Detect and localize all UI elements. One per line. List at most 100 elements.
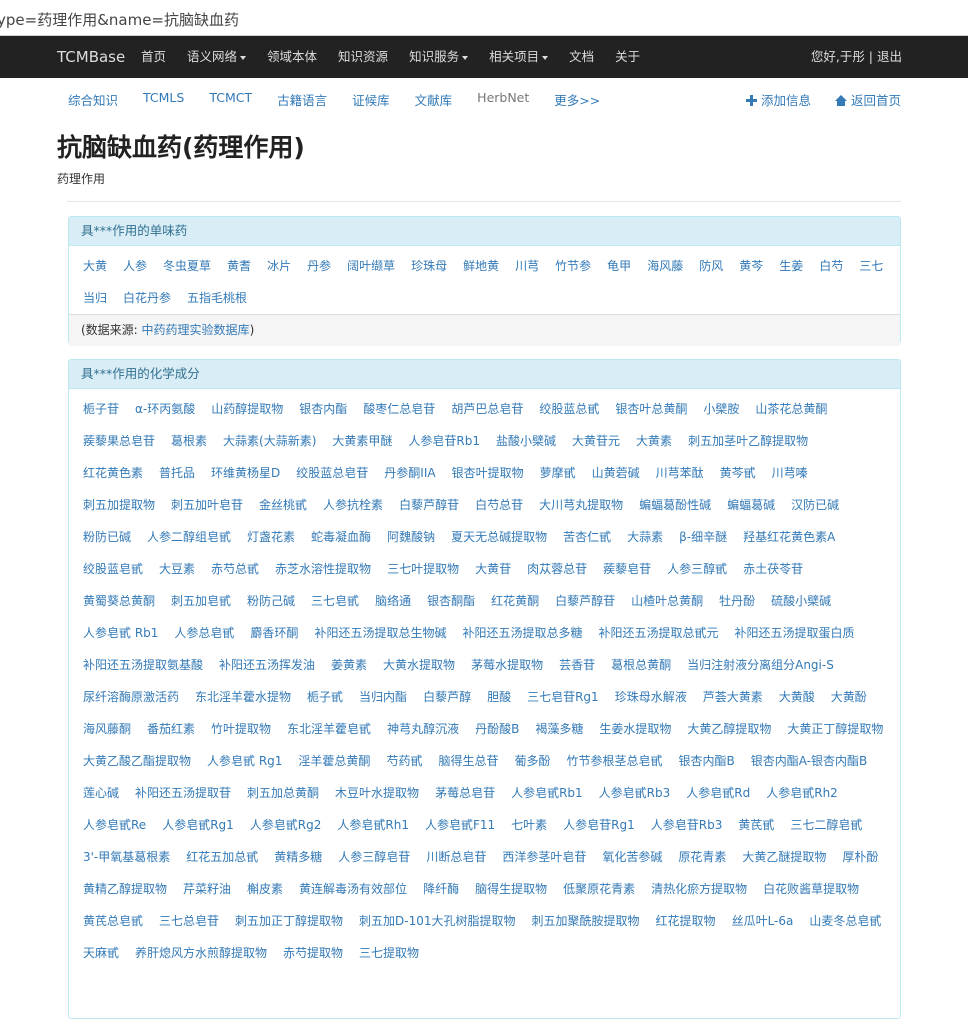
tag-link[interactable]: 葛根总黄酮	[611, 649, 671, 681]
tag-link[interactable]: 硫酸小檗碱	[771, 585, 831, 617]
tag-link[interactable]: 大黄苷元	[572, 425, 620, 457]
tag-link[interactable]: 刺五加提取物	[83, 489, 155, 521]
tag-link[interactable]: 冬虫夏草	[163, 250, 211, 282]
tag-link[interactable]: 白藜芦醇苷	[555, 585, 615, 617]
tag-link[interactable]: 3'-甲氧基葛根素	[83, 841, 170, 873]
tag-link[interactable]: 绞股蓝总皂苷	[296, 457, 368, 489]
tag-link[interactable]: 人参皂甙Rd	[686, 777, 750, 809]
tag-link[interactable]: 东北淫羊藿水提物	[195, 681, 291, 713]
tag-link[interactable]: 神芎丸醇沉液	[387, 713, 459, 745]
tag-link[interactable]: 低聚原花青素	[563, 873, 635, 905]
tag-link[interactable]: 大黄素甲醚	[332, 425, 392, 457]
tag-link[interactable]: 胆酸	[487, 681, 511, 713]
tag-link[interactable]: β-细辛醚	[679, 521, 727, 553]
tag-link[interactable]: 红花黄酮	[491, 585, 539, 617]
tag-link[interactable]: 大黄水提取物	[383, 649, 455, 681]
tag-link[interactable]: 褐藻多糖	[535, 713, 583, 745]
tag-link[interactable]: 人参皂甙Rb1	[511, 777, 583, 809]
tag-link[interactable]: 白芍总苷	[475, 489, 523, 521]
tag-link[interactable]: 大黄	[83, 250, 107, 282]
tag-link[interactable]: 阔叶缬草	[347, 250, 395, 282]
tag-link[interactable]: α-环丙氨酸	[135, 393, 195, 425]
tag-link[interactable]: 三七皂苷Rg1	[527, 681, 599, 713]
tag-link[interactable]: 川断总皂苷	[426, 841, 486, 873]
tag-link[interactable]: 芦荟大黄素	[703, 681, 763, 713]
tag-link[interactable]: 三七总皂苷	[159, 905, 219, 937]
tag-link[interactable]: 莲心碱	[83, 777, 119, 809]
tag-link[interactable]: 脑络通	[375, 585, 411, 617]
tag-link[interactable]: 丝瓜叶L-6a	[732, 905, 794, 937]
tag-link[interactable]: 夏天无总碱提取物	[451, 521, 547, 553]
tag-link[interactable]: 粉防己碱	[247, 585, 295, 617]
subnav-item-5[interactable]: 文献库	[415, 90, 453, 109]
tag-link[interactable]: 西洋参茎叶皂苷	[502, 841, 586, 873]
tag-link[interactable]: 木豆叶水提取物	[335, 777, 419, 809]
tag-link[interactable]: 芍药甙	[386, 745, 422, 777]
tag-link[interactable]: 刺五加叶皂苷	[171, 489, 243, 521]
subnav-item-7[interactable]: 更多>>	[554, 90, 600, 109]
tag-link[interactable]: 葡多酚	[514, 745, 550, 777]
tag-link[interactable]: 人参皂甙F11	[425, 809, 495, 841]
tag-link[interactable]: 黄芪甙	[738, 809, 774, 841]
tag-link[interactable]: 氧化苦参碱	[602, 841, 662, 873]
tag-link[interactable]: 羟基红花黄色素A	[743, 521, 835, 553]
tag-link[interactable]: 竹节参根茎总皂甙	[566, 745, 662, 777]
tag-link[interactable]: 补阳还五汤提取苷	[135, 777, 231, 809]
nav-item-2[interactable]: 领域本体	[267, 36, 317, 78]
tag-link[interactable]: 三七	[859, 250, 883, 282]
tag-link[interactable]: 大黄素	[636, 425, 672, 457]
tag-link[interactable]: 山楂叶总黄酮	[631, 585, 703, 617]
add-info-link[interactable]: 添加信息	[745, 90, 811, 109]
tag-link[interactable]: 人参抗栓素	[323, 489, 383, 521]
tag-link[interactable]: 尿纤溶酶原激活药	[83, 681, 179, 713]
subnav-item-6[interactable]: HerbNet	[477, 90, 529, 109]
tag-link[interactable]: 红花提取物	[656, 905, 716, 937]
tag-link[interactable]: 粉防已碱	[83, 521, 131, 553]
tag-link[interactable]: 降纤酶	[423, 873, 459, 905]
tag-link[interactable]: 当归	[83, 282, 107, 314]
tag-link[interactable]: 大黄乙酸乙酯提取物	[83, 745, 191, 777]
tag-link[interactable]: 大黄乙醚提取物	[742, 841, 826, 873]
tag-link[interactable]: 大蒜素	[627, 521, 663, 553]
tag-link[interactable]: 黄蜀葵总黄酮	[83, 585, 155, 617]
tag-link[interactable]: 脑得生总苷	[438, 745, 498, 777]
tag-link[interactable]: 大川芎丸提取物	[539, 489, 623, 521]
tag-link[interactable]: 赤土茯苓苷	[743, 553, 803, 585]
tag-link[interactable]: 刺五加D-101大孔树脂提取物	[359, 905, 515, 937]
tag-link[interactable]: 大黄酸	[779, 681, 815, 713]
tag-link[interactable]: 竹节参	[555, 250, 591, 282]
tag-link[interactable]: 大黄酚	[831, 681, 867, 713]
tag-link[interactable]: 赤芍提取物	[283, 937, 343, 969]
tag-link[interactable]: 天麻甙	[83, 937, 119, 969]
tag-link[interactable]: 银杏叶总黄酮	[615, 393, 687, 425]
tag-link[interactable]: 当归注射液分离组分Angi-S	[687, 649, 834, 681]
tag-link[interactable]: 肉苁蓉总苷	[527, 553, 587, 585]
tag-link[interactable]: 山茶花总黄酮	[755, 393, 827, 425]
tag-link[interactable]: 汉防已碱	[791, 489, 839, 521]
tag-link[interactable]: 人参三醇甙	[667, 553, 727, 585]
tag-link[interactable]: 人参皂甙Rg1	[162, 809, 234, 841]
tag-link[interactable]: 黄精乙醇提取物	[83, 873, 167, 905]
tag-link[interactable]: 小檗胺	[703, 393, 739, 425]
tag-link[interactable]: 芸香苷	[559, 649, 595, 681]
tag-link[interactable]: 蝙蝠葛酚性碱	[639, 489, 711, 521]
tag-link[interactable]: 人参皂甙Re	[83, 809, 146, 841]
tag-link[interactable]: 姜黄素	[331, 649, 367, 681]
tag-link[interactable]: 人参二醇组皂甙	[147, 521, 231, 553]
address-bar[interactable]: ype=药理作用&name=抗脑缺血药	[0, 0, 968, 36]
tag-link[interactable]: 酸枣仁总皂苷	[363, 393, 435, 425]
tag-link[interactable]: 东北淫羊藿皂甙	[287, 713, 371, 745]
tag-link[interactable]: 黄芩	[739, 250, 763, 282]
subnav-item-0[interactable]: 综合知识	[68, 90, 118, 109]
tag-link[interactable]: 赤芍总甙	[211, 553, 259, 585]
tag-link[interactable]: 珍珠母水解液	[615, 681, 687, 713]
tag-link[interactable]: 刺五加聚酰胺提取物	[532, 905, 640, 937]
tag-link[interactable]: 刺五加茎叶乙醇提取物	[688, 425, 808, 457]
tag-link[interactable]: 白花败酱草提取物	[763, 873, 859, 905]
tag-link[interactable]: 芹菜籽油	[183, 873, 231, 905]
tag-link[interactable]: 人参皂甙Rh1	[337, 809, 409, 841]
tag-link[interactable]: 槲皮素	[247, 873, 283, 905]
tag-link[interactable]: 人参皂甙Rg2	[250, 809, 322, 841]
tag-link[interactable]: 栀子甙	[307, 681, 343, 713]
nav-item-0[interactable]: 首页	[141, 36, 166, 78]
